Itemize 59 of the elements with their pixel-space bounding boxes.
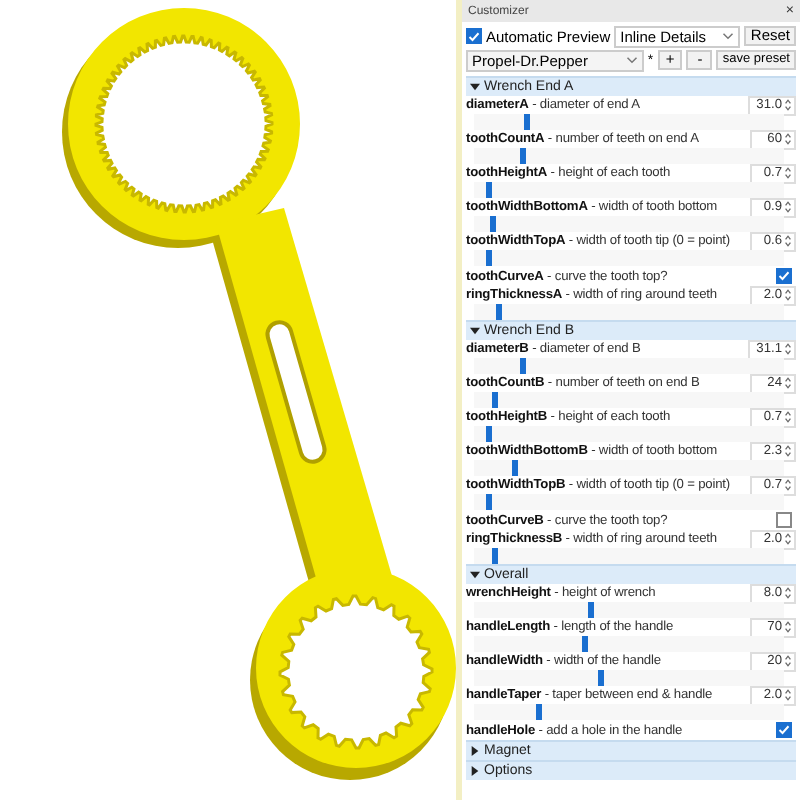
spin-arrows-icon (784, 234, 792, 248)
spin-arrows-icon (784, 132, 792, 146)
slider-track[interactable] (474, 426, 784, 442)
slider-thumb[interactable] (486, 182, 493, 198)
slider-track[interactable] (474, 494, 784, 510)
slider-track[interactable] (474, 704, 784, 720)
slider-track[interactable] (474, 358, 784, 374)
parameter-checkbox[interactable] (776, 268, 792, 284)
spin-arrows-icon (784, 586, 792, 600)
slider-track[interactable] (474, 114, 784, 130)
parameter-checkbox[interactable] (776, 722, 792, 738)
slider-track[interactable] (474, 216, 784, 232)
slider-track[interactable] (474, 602, 784, 618)
slider-thumb[interactable] (492, 392, 499, 408)
slider-track[interactable] (474, 182, 784, 198)
slider-thumb[interactable] (536, 704, 542, 720)
slider-track[interactable] (474, 636, 784, 652)
slider-track[interactable] (474, 548, 784, 564)
spin-arrows-icon (784, 200, 792, 214)
slider-thumb[interactable] (492, 548, 499, 564)
spin-arrows-icon (784, 532, 792, 546)
spin-arrows-icon (784, 342, 792, 356)
caret-icon (625, 56, 638, 64)
slider-thumb[interactable] (511, 460, 518, 476)
spin-arrows-icon (784, 688, 792, 702)
spin-arrows-icon (784, 376, 792, 390)
triangle-icon (470, 570, 480, 580)
spin-arrows-icon (784, 410, 792, 424)
parameter-checkbox[interactable] (776, 512, 792, 528)
slider-track[interactable] (474, 304, 784, 320)
spin-arrows-icon (784, 288, 792, 302)
slider-thumb[interactable] (495, 304, 502, 320)
slider-thumb[interactable] (489, 216, 496, 232)
slider-thumb[interactable] (520, 358, 527, 374)
spin-arrows-icon (784, 98, 792, 112)
spin-arrows-icon (784, 654, 792, 668)
slider-track[interactable] (474, 148, 784, 164)
spin-arrows-icon (784, 620, 792, 634)
slider-track[interactable] (474, 392, 784, 408)
slider-track[interactable] (474, 670, 784, 686)
spin-arrows-icon (784, 478, 792, 492)
slider-track[interactable] (474, 250, 784, 266)
triangle-icon (470, 82, 480, 92)
triangle-icon (470, 326, 480, 336)
caret-icon (722, 32, 735, 40)
slider-thumb[interactable] (486, 494, 493, 510)
slider-thumb[interactable] (486, 250, 493, 266)
slider-thumb[interactable] (582, 636, 589, 652)
spin-arrows-icon (784, 444, 792, 458)
spin-arrows-icon (784, 166, 792, 180)
slider-track[interactable] (474, 460, 784, 476)
check-icon (778, 270, 790, 282)
slider-thumb[interactable] (486, 426, 493, 442)
check-icon (468, 29, 480, 43)
slider-thumb[interactable] (598, 670, 604, 686)
slider-thumb[interactable] (520, 148, 527, 164)
check-icon (778, 724, 790, 736)
slider-thumb[interactable] (523, 114, 530, 130)
slider-thumb[interactable] (588, 602, 595, 618)
